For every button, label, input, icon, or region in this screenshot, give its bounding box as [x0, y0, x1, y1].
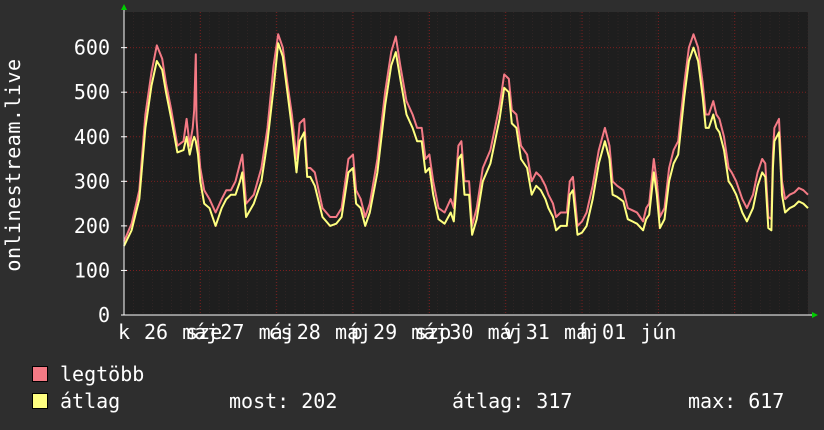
y-axis-arrow	[121, 4, 127, 10]
legend-label-max: legtöbb	[60, 362, 145, 386]
y-tick-label: 400	[74, 125, 110, 149]
stat-avg-value: 317	[536, 389, 573, 413]
y-tick-label: 100	[74, 258, 110, 282]
legend-item-avg: átlag	[32, 389, 120, 413]
stat-now: most: 202	[229, 389, 337, 413]
y-tick-label: 600	[74, 36, 110, 60]
x-tick-label: 29	[373, 320, 397, 344]
x-tick-label: 27	[220, 320, 244, 344]
legend-item-max: legtöbb	[32, 362, 144, 386]
stat-max-label: max:	[688, 389, 737, 413]
stat-max-value: 617	[748, 389, 785, 413]
x-tick-label: szo	[415, 320, 451, 344]
y-tick-label: 300	[74, 169, 110, 193]
y-tick-label: 200	[74, 214, 110, 238]
x-axis-arrow	[812, 312, 818, 318]
x-tick-label: cs	[268, 320, 292, 344]
x-tick-label: 28	[297, 320, 321, 344]
chart-panel: 0 100 200 300 400 500 600 k 26 máj sze 27 máj cs 28 máj…	[0, 0, 824, 430]
legend-swatch-max	[32, 366, 48, 382]
stat-avg: átlag: 317	[452, 389, 572, 413]
y-tick-label: 500	[74, 80, 110, 104]
legend-label-avg: átlag	[60, 389, 121, 413]
x-tick-label: k	[118, 320, 130, 344]
stat-max: max: 617	[688, 389, 784, 413]
y-axis-label-text: onlinestream.live	[1, 58, 25, 272]
y-axis-label: onlinestream.live	[1, 55, 25, 275]
x-tick-label: h	[580, 320, 592, 344]
x-tick-label: sze	[186, 320, 222, 344]
stat-now-label: most:	[229, 389, 290, 413]
x-tick-label: 26	[144, 320, 168, 344]
x-tick-label: jún	[640, 320, 676, 344]
legend-swatch-avg	[32, 393, 48, 409]
x-tick-label: 30	[449, 320, 473, 344]
x-tick-label: p	[351, 320, 363, 344]
y-tick-label: 0	[98, 303, 110, 327]
x-tick-label: v	[503, 320, 515, 344]
stat-now-value: 202	[301, 389, 338, 413]
x-tick-label: 31	[526, 320, 550, 344]
stat-avg-label: átlag:	[452, 389, 525, 413]
x-tick-label: 01	[602, 320, 626, 344]
